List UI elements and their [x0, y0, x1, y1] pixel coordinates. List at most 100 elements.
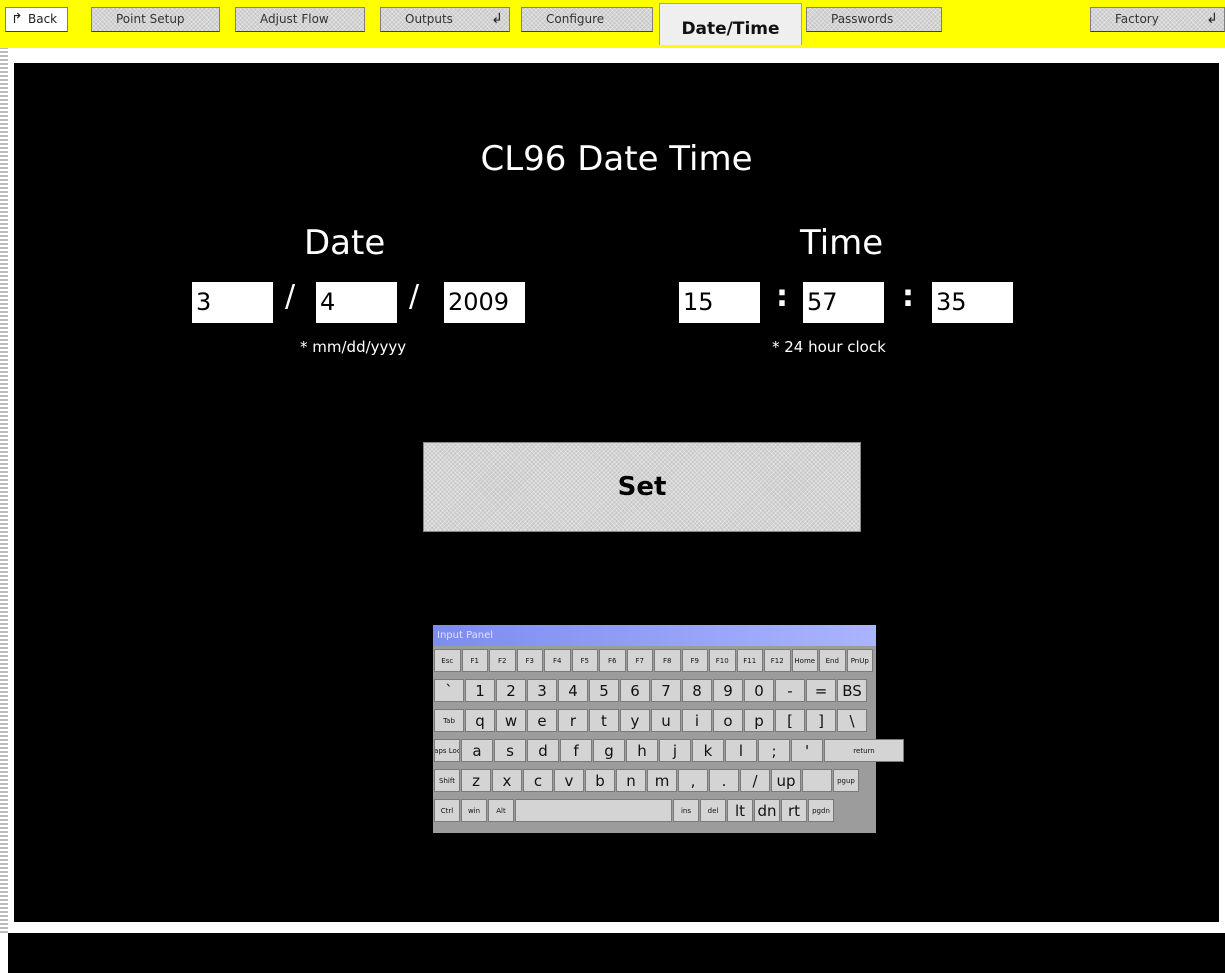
- key[interactable]: [802, 769, 832, 792]
- key[interactable]: Shift: [434, 769, 460, 792]
- key[interactable]: i: [682, 709, 712, 732]
- key[interactable]: dn: [754, 799, 780, 822]
- key[interactable]: ,: [678, 769, 708, 792]
- key[interactable]: o: [713, 709, 743, 732]
- tab-date-time[interactable]: Date/Time: [659, 3, 802, 45]
- key[interactable]: 2: [496, 679, 526, 702]
- key[interactable]: w: [496, 709, 526, 732]
- key[interactable]: Esc: [434, 649, 461, 672]
- key[interactable]: t: [589, 709, 619, 732]
- key[interactable]: lt: [727, 799, 753, 822]
- year-field[interactable]: 2009: [444, 282, 525, 323]
- key[interactable]: z: [461, 769, 491, 792]
- key[interactable]: k: [692, 739, 724, 762]
- key[interactable]: ins: [673, 799, 699, 822]
- key[interactable]: F5: [571, 649, 598, 672]
- tab-bar: ↱ Back Point Setup Adjust Flow Outputs ↲ Confi…: [0, 0, 1225, 48]
- key[interactable]: 7: [651, 679, 681, 702]
- key[interactable]: 6: [620, 679, 650, 702]
- key[interactable]: F3: [516, 649, 543, 672]
- tab-back[interactable]: ↱ Back: [5, 7, 68, 32]
- key[interactable]: \: [837, 709, 867, 732]
- key[interactable]: return: [824, 739, 904, 762]
- key[interactable]: p: [744, 709, 774, 732]
- key[interactable]: 1: [465, 679, 495, 702]
- key[interactable]: 3: [527, 679, 557, 702]
- tab-factory[interactable]: Factory ↲: [1090, 7, 1225, 32]
- key[interactable]: h: [626, 739, 658, 762]
- day-field[interactable]: 4: [316, 282, 397, 323]
- key[interactable]: win: [461, 799, 487, 822]
- key[interactable]: [515, 799, 672, 822]
- key[interactable]: 8: [682, 679, 712, 702]
- key[interactable]: /: [740, 769, 770, 792]
- keyboard-row: ` 1 2 3 4 5 6 7 8 9 0- = BS: [434, 679, 867, 702]
- key[interactable]: 9: [713, 679, 743, 702]
- key[interactable]: F2: [489, 649, 516, 672]
- key[interactable]: F4: [544, 649, 571, 672]
- key[interactable]: u: [651, 709, 681, 732]
- key[interactable]: ;: [758, 739, 790, 762]
- key[interactable]: F10: [709, 649, 736, 672]
- key[interactable]: f: [560, 739, 592, 762]
- tab-passwords[interactable]: Passwords: [806, 7, 942, 32]
- tab-outputs[interactable]: Outputs ↲: [380, 7, 510, 32]
- key[interactable]: r: [558, 709, 588, 732]
- key[interactable]: m: [647, 769, 677, 792]
- set-button[interactable]: Set: [423, 442, 861, 532]
- key[interactable]: g: [593, 739, 625, 762]
- tab-point-setup[interactable]: Point Setup: [91, 7, 220, 32]
- key[interactable]: [: [775, 709, 805, 732]
- keyboard-title-bar[interactable]: Input Panel: [433, 625, 876, 646]
- key[interactable]: b: [585, 769, 615, 792]
- key[interactable]: Alt: [488, 799, 514, 822]
- hour-field[interactable]: 15: [679, 282, 760, 323]
- key[interactable]: x: [492, 769, 522, 792]
- key[interactable]: ]: [806, 709, 836, 732]
- key[interactable]: s: [494, 739, 526, 762]
- key[interactable]: pgup: [833, 769, 859, 792]
- key[interactable]: n: [616, 769, 646, 792]
- key[interactable]: `: [434, 679, 464, 702]
- key[interactable]: .: [709, 769, 739, 792]
- key[interactable]: ': [791, 739, 823, 762]
- month-field[interactable]: 3: [192, 282, 273, 323]
- key[interactable]: Home: [791, 649, 818, 672]
- second-field[interactable]: 35: [932, 282, 1013, 323]
- key[interactable]: F6: [599, 649, 626, 672]
- key[interactable]: 5: [589, 679, 619, 702]
- key[interactable]: Tab: [434, 709, 464, 732]
- key[interactable]: F12: [764, 649, 791, 672]
- key[interactable]: 4: [558, 679, 588, 702]
- key[interactable]: d: [527, 739, 559, 762]
- tab-configure[interactable]: Configure: [521, 7, 653, 32]
- key[interactable]: rt: [781, 799, 807, 822]
- key[interactable]: F9: [681, 649, 708, 672]
- key[interactable]: F11: [736, 649, 763, 672]
- key[interactable]: =: [806, 679, 836, 702]
- key[interactable]: a: [461, 739, 493, 762]
- tab-adjust-flow[interactable]: Adjust Flow: [235, 7, 365, 32]
- key[interactable]: 0: [744, 679, 774, 702]
- key[interactable]: End: [819, 649, 846, 672]
- key[interactable]: up: [771, 769, 801, 792]
- key[interactable]: j: [659, 739, 691, 762]
- key[interactable]: Caps Lock: [434, 739, 460, 762]
- enter-arrow-icon: ↲: [491, 11, 503, 27]
- key[interactable]: F1: [461, 649, 488, 672]
- key[interactable]: F7: [626, 649, 653, 672]
- key[interactable]: Ctrl: [434, 799, 460, 822]
- key[interactable]: BS: [837, 679, 867, 702]
- key[interactable]: -: [775, 679, 805, 702]
- key[interactable]: q: [465, 709, 495, 732]
- key[interactable]: PnUp: [846, 649, 873, 672]
- key[interactable]: F8: [654, 649, 681, 672]
- key[interactable]: c: [523, 769, 553, 792]
- key[interactable]: l: [725, 739, 757, 762]
- key[interactable]: v: [554, 769, 584, 792]
- key[interactable]: y: [620, 709, 650, 732]
- key[interactable]: pgdn: [808, 799, 834, 822]
- key[interactable]: del: [700, 799, 726, 822]
- minute-field[interactable]: 57: [803, 282, 884, 323]
- key[interactable]: e: [527, 709, 557, 732]
